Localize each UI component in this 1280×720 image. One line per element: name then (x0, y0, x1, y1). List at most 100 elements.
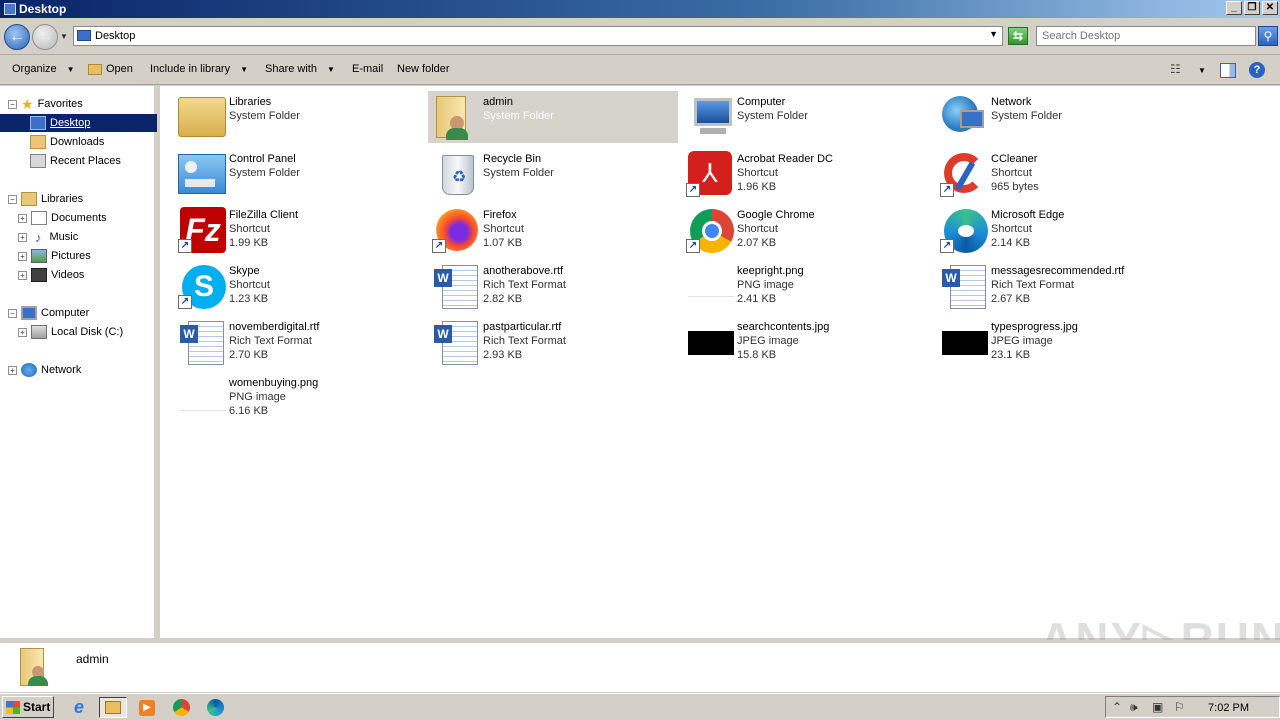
item-messagesrecommended-rtf[interactable]: W messagesrecommended.rtf Rich Text Forma… (936, 260, 1186, 312)
item-control-panel[interactable]: Control Panel System Folder (174, 148, 424, 200)
music-icon: ♪ (35, 229, 42, 245)
taskbar-windows-explorer[interactable] (99, 697, 127, 718)
item-computer[interactable]: Computer System Folder (682, 91, 932, 143)
restore-button[interactable]: ❐ (1244, 1, 1260, 15)
nav-music[interactable]: + ♪ Music (18, 228, 78, 246)
network-icon (940, 94, 988, 140)
collapse-icon[interactable]: − (8, 308, 17, 318)
item-recycle-bin[interactable]: ♻ Recycle Bin System Folder (428, 148, 678, 200)
taskbar-chrome[interactable] (170, 697, 192, 718)
search-box[interactable] (1036, 26, 1256, 46)
preview-pane-icon[interactable] (1220, 63, 1236, 78)
acrobat-icon: ⅄ ↗ (686, 151, 734, 197)
rtf-document-icon: W (178, 319, 226, 365)
expand-icon[interactable]: + (8, 365, 17, 375)
item-libraries[interactable]: Libraries System Folder (174, 91, 424, 143)
user-folder-icon (18, 646, 58, 690)
window-title: Desktop (4, 2, 66, 16)
desktop-icon (77, 30, 91, 41)
item-acrobat-reader[interactable]: ⅄ ↗ Acrobat Reader DC Shortcut 1.96 KB (682, 148, 932, 200)
item-microsoft-edge[interactable]: ↗ Microsoft Edge Shortcut 2.14 KB (936, 204, 1186, 256)
chevron-down-icon: ▼ (326, 64, 335, 74)
nav-libraries[interactable]: − Libraries (8, 190, 83, 208)
skype-icon: S ↗ (178, 263, 226, 309)
pictures-icon (31, 249, 47, 263)
expand-icon[interactable]: + (18, 270, 27, 280)
close-button[interactable]: ✕ (1262, 1, 1278, 15)
details-pane: admin (0, 640, 1280, 692)
email-button[interactable]: E-mail (352, 63, 383, 75)
png-image-icon (178, 375, 226, 421)
nav-pictures[interactable]: + Pictures (18, 247, 91, 265)
item-womenbuying-png[interactable]: womenbuying.png PNG image 6.16 KB (174, 372, 424, 424)
nav-local-disk[interactable]: + Local Disk (C:) (18, 323, 123, 341)
item-typesprogress-jpg[interactable]: typesprogress.jpg JPEG image 23.1 KB (936, 316, 1186, 368)
item-skype[interactable]: S ↗ Skype Shortcut 1.23 KB (174, 260, 424, 312)
control-panel-icon (178, 154, 226, 194)
nav-videos[interactable]: + Videos (18, 266, 84, 284)
item-firefox[interactable]: ↗ Firefox Shortcut 1.07 KB (428, 204, 678, 256)
search-button[interactable]: ⚲ (1258, 26, 1278, 46)
expand-icon[interactable]: + (18, 232, 27, 242)
expand-icon[interactable]: + (18, 327, 27, 337)
view-dropdown[interactable]: ▼ (1198, 66, 1206, 86)
taskbar-internet-explorer[interactable]: e (68, 697, 90, 718)
expand-icon[interactable]: + (18, 213, 27, 223)
nav-recent-places[interactable]: Recent Places (30, 152, 121, 170)
nav-documents[interactable]: + Documents (18, 209, 107, 227)
details-item-name: admin (76, 652, 109, 666)
taskbar-edge[interactable] (204, 697, 226, 718)
file-list: Libraries System Folder admin System Folde… (160, 86, 1280, 638)
change-view-icon[interactable]: ☷ (1170, 62, 1186, 82)
open-button[interactable]: Open (88, 63, 133, 75)
item-filezilla[interactable]: Fz ↗ FileZilla Client Shortcut 1.99 KB (174, 204, 424, 256)
new-folder-button[interactable]: New folder (397, 63, 450, 75)
volume-icon[interactable]: 🕪 (1130, 700, 1138, 715)
address-path[interactable]: Desktop (95, 30, 135, 42)
nav-favorites[interactable]: − ★ Favorites (8, 95, 83, 113)
clock[interactable]: 7:02 PM (1208, 702, 1249, 714)
forward-button[interactable]: → (32, 24, 58, 50)
address-bar[interactable]: Desktop ▼ (73, 26, 1003, 46)
start-button[interactable]: Start (2, 696, 54, 718)
collapse-icon[interactable]: − (8, 99, 17, 109)
item-searchcontents-jpg[interactable]: searchcontents.jpg JPEG image 15.8 KB (682, 316, 932, 368)
chevron-down-icon[interactable]: ▼ (989, 29, 998, 39)
help-icon[interactable]: ? (1249, 62, 1265, 78)
network-status-icon[interactable]: ▣ (1152, 700, 1163, 714)
ccleaner-icon: ↗ (940, 151, 988, 197)
item-network[interactable]: Network System Folder (936, 91, 1186, 143)
folder-icon (4, 3, 16, 15)
show-hidden-icons-button[interactable]: ⌃ (1112, 700, 1122, 714)
nav-network[interactable]: + Network (8, 361, 81, 379)
item-anotherabove-rtf[interactable]: W anotherabove.rtf Rich Text Format 2.82 K… (428, 260, 678, 312)
libraries-icon (178, 97, 226, 137)
item-admin[interactable]: admin System Folder (428, 91, 678, 143)
refresh-button[interactable]: ⇆ (1008, 27, 1028, 45)
chrome-icon: ↗ (686, 207, 734, 253)
item-keepright-png[interactable]: keepright.png PNG image 2.41 KB (682, 260, 932, 312)
command-bar: Organize ▼ Open Include in library ▼ Share… (0, 56, 1280, 85)
open-folder-icon (88, 63, 102, 75)
include-in-library-button[interactable]: Include in library ▼ (150, 63, 248, 75)
nav-desktop[interactable]: Desktop (0, 114, 157, 132)
action-center-flag-icon[interactable]: ⚐ (1174, 700, 1185, 714)
organize-button[interactable]: Organize ▼ (12, 63, 75, 75)
search-input[interactable] (1037, 27, 1232, 45)
search-icon: ⚲ (1263, 29, 1273, 43)
back-button[interactable]: ← (4, 24, 30, 50)
collapse-icon[interactable]: − (8, 194, 17, 204)
minimize-button[interactable]: _ (1226, 1, 1242, 15)
taskbar-media-player[interactable]: ▶ (136, 697, 158, 718)
item-ccleaner[interactable]: ↗ CCleaner Shortcut 965 bytes (936, 148, 1186, 200)
item-google-chrome[interactable]: ↗ Google Chrome Shortcut 2.07 KB (682, 204, 932, 256)
navigation-pane: − ★ Favorites Desktop Downloads Recent P… (0, 86, 157, 638)
item-novemberdigital-rtf[interactable]: W novemberdigital.rtf Rich Text Format 2.7… (174, 316, 424, 368)
expand-icon[interactable]: + (18, 251, 27, 261)
network-icon (21, 363, 37, 377)
nav-computer[interactable]: − Computer (8, 304, 89, 322)
recent-pages-dropdown[interactable]: ▼ (60, 32, 68, 41)
nav-downloads[interactable]: Downloads (30, 133, 104, 151)
item-pastparticular-rtf[interactable]: W pastparticular.rtf Rich Text Format 2.93… (428, 316, 678, 368)
share-with-button[interactable]: Share with ▼ (265, 63, 335, 75)
